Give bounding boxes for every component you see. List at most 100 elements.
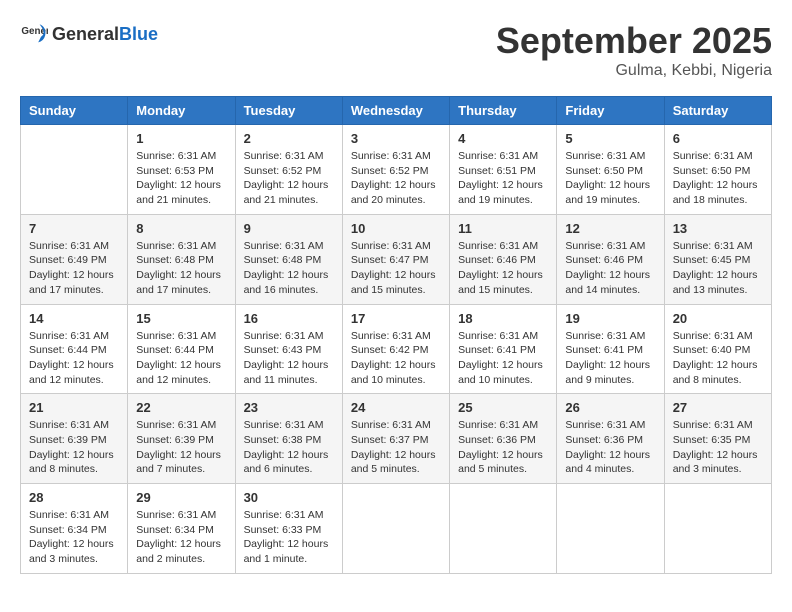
- column-header-saturday: Saturday: [664, 97, 771, 125]
- calendar-cell: 8 Sunrise: 6:31 AMSunset: 6:48 PMDaylight…: [128, 214, 235, 304]
- day-number: 7: [29, 221, 119, 236]
- week-row-2: 7 Sunrise: 6:31 AMSunset: 6:49 PMDaylight…: [21, 214, 772, 304]
- day-info: Sunrise: 6:31 AMSunset: 6:44 PMDaylight:…: [29, 329, 119, 388]
- day-info: Sunrise: 6:31 AMSunset: 6:36 PMDaylight:…: [458, 418, 548, 477]
- calendar-cell: 14 Sunrise: 6:31 AMSunset: 6:44 PMDayligh…: [21, 304, 128, 394]
- calendar-cell: 4 Sunrise: 6:31 AMSunset: 6:51 PMDaylight…: [450, 125, 557, 215]
- calendar-cell: [557, 484, 664, 574]
- calendar-cell: 30Sunrise: 6:31 AMSunset: 6:33 PMDayligh…: [235, 484, 342, 574]
- day-info: Sunrise: 6:31 AMSunset: 6:37 PMDaylight:…: [351, 418, 441, 477]
- day-number: 17: [351, 311, 441, 326]
- calendar-cell: 2 Sunrise: 6:31 AMSunset: 6:52 PMDaylight…: [235, 125, 342, 215]
- day-info: Sunrise: 6:31 AMSunset: 6:52 PMDaylight:…: [244, 149, 334, 208]
- day-number: 14: [29, 311, 119, 326]
- day-info: Sunrise: 6:31 AMSunset: 6:35 PMDaylight:…: [673, 418, 763, 477]
- calendar-cell: 29Sunrise: 6:31 AMSunset: 6:34 PMDayligh…: [128, 484, 235, 574]
- day-number: 8: [136, 221, 226, 236]
- day-number: 23: [244, 400, 334, 415]
- logo-text: GeneralBlue: [52, 24, 158, 45]
- day-number: 6: [673, 131, 763, 146]
- calendar-cell: 6 Sunrise: 6:31 AMSunset: 6:50 PMDaylight…: [664, 125, 771, 215]
- day-info: Sunrise: 6:31 AMSunset: 6:48 PMDaylight:…: [136, 239, 226, 298]
- day-number: 1: [136, 131, 226, 146]
- week-row-4: 21Sunrise: 6:31 AMSunset: 6:39 PMDayligh…: [21, 394, 772, 484]
- day-info: Sunrise: 6:31 AMSunset: 6:50 PMDaylight:…: [673, 149, 763, 208]
- day-number: 25: [458, 400, 548, 415]
- day-number: 19: [565, 311, 655, 326]
- day-number: 20: [673, 311, 763, 326]
- day-info: Sunrise: 6:31 AMSunset: 6:43 PMDaylight:…: [244, 329, 334, 388]
- calendar-table: SundayMondayTuesdayWednesdayThursdayFrid…: [20, 96, 772, 574]
- calendar-cell: 3 Sunrise: 6:31 AMSunset: 6:52 PMDaylight…: [342, 125, 449, 215]
- day-info: Sunrise: 6:31 AMSunset: 6:52 PMDaylight:…: [351, 149, 441, 208]
- calendar-cell: 21Sunrise: 6:31 AMSunset: 6:39 PMDayligh…: [21, 394, 128, 484]
- day-info: Sunrise: 6:31 AMSunset: 6:53 PMDaylight:…: [136, 149, 226, 208]
- calendar-cell: 11 Sunrise: 6:31 AMSunset: 6:46 PMDayligh…: [450, 214, 557, 304]
- calendar-cell: [450, 484, 557, 574]
- calendar-cell: 20 Sunrise: 6:31 AMSunset: 6:40 PMDayligh…: [664, 304, 771, 394]
- day-number: 18: [458, 311, 548, 326]
- day-info: Sunrise: 6:31 AMSunset: 6:39 PMDaylight:…: [136, 418, 226, 477]
- day-info: Sunrise: 6:31 AMSunset: 6:48 PMDaylight:…: [244, 239, 334, 298]
- day-number: 15: [136, 311, 226, 326]
- calendar-cell: 9 Sunrise: 6:31 AMSunset: 6:48 PMDaylight…: [235, 214, 342, 304]
- day-info: Sunrise: 6:31 AMSunset: 6:44 PMDaylight:…: [136, 329, 226, 388]
- calendar-cell: 18 Sunrise: 6:31 AMSunset: 6:41 PMDayligh…: [450, 304, 557, 394]
- column-header-thursday: Thursday: [450, 97, 557, 125]
- day-info: Sunrise: 6:31 AMSunset: 6:40 PMDaylight:…: [673, 329, 763, 388]
- calendar-cell: 12 Sunrise: 6:31 AMSunset: 6:46 PMDayligh…: [557, 214, 664, 304]
- day-info: Sunrise: 6:31 AMSunset: 6:46 PMDaylight:…: [458, 239, 548, 298]
- day-info: Sunrise: 6:31 AMSunset: 6:36 PMDaylight:…: [565, 418, 655, 477]
- column-header-wednesday: Wednesday: [342, 97, 449, 125]
- calendar-cell: 15 Sunrise: 6:31 AMSunset: 6:44 PMDayligh…: [128, 304, 235, 394]
- day-info: Sunrise: 6:31 AMSunset: 6:38 PMDaylight:…: [244, 418, 334, 477]
- day-info: Sunrise: 6:31 AMSunset: 6:46 PMDaylight:…: [565, 239, 655, 298]
- calendar-cell: 23 Sunrise: 6:31 AMSunset: 6:38 PMDayligh…: [235, 394, 342, 484]
- calendar-cell: 24 Sunrise: 6:31 AMSunset: 6:37 PMDayligh…: [342, 394, 449, 484]
- day-info: Sunrise: 6:31 AMSunset: 6:41 PMDaylight:…: [565, 329, 655, 388]
- calendar-cell: 17 Sunrise: 6:31 AMSunset: 6:42 PMDayligh…: [342, 304, 449, 394]
- day-info: Sunrise: 6:31 AMSunset: 6:50 PMDaylight:…: [565, 149, 655, 208]
- day-number: 11: [458, 221, 548, 236]
- day-info: Sunrise: 6:31 AMSunset: 6:34 PMDaylight:…: [136, 508, 226, 567]
- title-area: September 2025 Gulma, Kebbi, Nigeria: [496, 20, 772, 80]
- calendar-cell: 16 Sunrise: 6:31 AMSunset: 6:43 PMDayligh…: [235, 304, 342, 394]
- day-number: 24: [351, 400, 441, 415]
- column-header-tuesday: Tuesday: [235, 97, 342, 125]
- day-info: Sunrise: 6:31 AMSunset: 6:45 PMDaylight:…: [673, 239, 763, 298]
- calendar-cell: 28Sunrise: 6:31 AMSunset: 6:34 PMDayligh…: [21, 484, 128, 574]
- logo-icon: General: [20, 20, 48, 48]
- day-number: 3: [351, 131, 441, 146]
- calendar-cell: 13 Sunrise: 6:31 AMSunset: 6:45 PMDayligh…: [664, 214, 771, 304]
- day-number: 16: [244, 311, 334, 326]
- calendar-cell: [342, 484, 449, 574]
- column-header-friday: Friday: [557, 97, 664, 125]
- day-number: 2: [244, 131, 334, 146]
- location-title: Gulma, Kebbi, Nigeria: [496, 62, 772, 80]
- day-number: 9: [244, 221, 334, 236]
- day-number: 12: [565, 221, 655, 236]
- month-title: September 2025: [496, 20, 772, 62]
- week-row-5: 28Sunrise: 6:31 AMSunset: 6:34 PMDayligh…: [21, 484, 772, 574]
- day-number: 13: [673, 221, 763, 236]
- day-info: Sunrise: 6:31 AMSunset: 6:49 PMDaylight:…: [29, 239, 119, 298]
- day-number: 5: [565, 131, 655, 146]
- column-header-monday: Monday: [128, 97, 235, 125]
- day-info: Sunrise: 6:31 AMSunset: 6:51 PMDaylight:…: [458, 149, 548, 208]
- column-header-sunday: Sunday: [21, 97, 128, 125]
- day-number: 22: [136, 400, 226, 415]
- day-number: 4: [458, 131, 548, 146]
- calendar-cell: [21, 125, 128, 215]
- day-info: Sunrise: 6:31 AMSunset: 6:41 PMDaylight:…: [458, 329, 548, 388]
- calendar-cell: 27 Sunrise: 6:31 AMSunset: 6:35 PMDayligh…: [664, 394, 771, 484]
- calendar-cell: 10Sunrise: 6:31 AMSunset: 6:47 PMDayligh…: [342, 214, 449, 304]
- day-info: Sunrise: 6:31 AMSunset: 6:42 PMDaylight:…: [351, 329, 441, 388]
- calendar-cell: 25 Sunrise: 6:31 AMSunset: 6:36 PMDayligh…: [450, 394, 557, 484]
- day-number: 27: [673, 400, 763, 415]
- day-info: Sunrise: 6:31 AMSunset: 6:39 PMDaylight:…: [29, 418, 119, 477]
- logo: General GeneralBlue: [20, 20, 158, 48]
- calendar-cell: 19 Sunrise: 6:31 AMSunset: 6:41 PMDayligh…: [557, 304, 664, 394]
- day-info: Sunrise: 6:31 AMSunset: 6:47 PMDaylight:…: [351, 239, 441, 298]
- calendar-cell: 5 Sunrise: 6:31 AMSunset: 6:50 PMDaylight…: [557, 125, 664, 215]
- calendar-cell: [664, 484, 771, 574]
